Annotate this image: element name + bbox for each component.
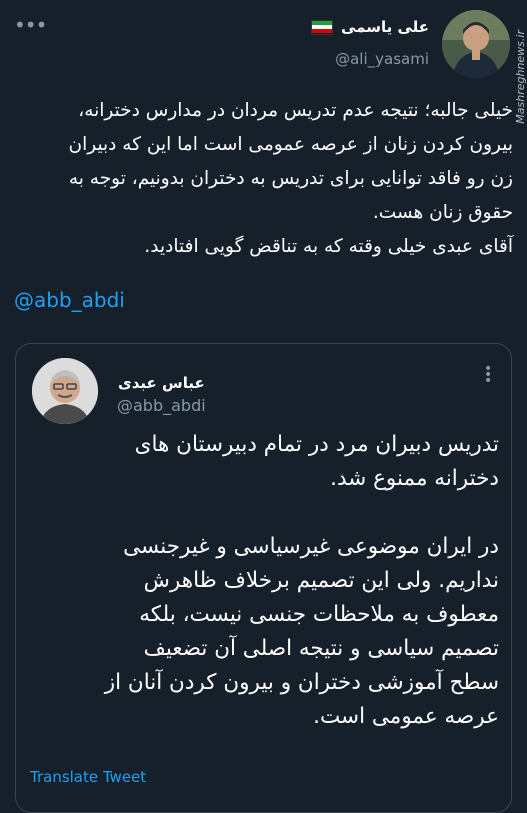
quoted-text-line: سطح آموزشی دختران و بیرون کردن آنان از — [104, 670, 499, 695]
quoted-text-line — [29, 496, 499, 530]
quoted-tweet-text: تدریس دبیران مرد در تمام دبیرستان های دخ… — [29, 428, 499, 734]
quoted-text-line: عرصه عمومی است. — [313, 704, 499, 729]
quoted-text-line: نداریم. ولی این تصمیم برخلاف ظاهرش — [143, 568, 499, 593]
quoted-text-line: تدریس دبیران مرد در تمام دبیرستان های — [134, 432, 499, 457]
quoted-avatar[interactable] — [32, 358, 98, 424]
quoted-text-line: تصمیم سیاسی و نتیجه اصلی آن تضعیف — [143, 636, 499, 661]
tweet-text-line: آقای عبدی خیلی وقته که به تناقض گویی افت… — [144, 236, 513, 257]
quoted-author-handle[interactable]: @abb_abdi — [117, 396, 206, 415]
avatar[interactable] — [442, 10, 510, 78]
translate-tweet-link[interactable]: Translate Tweet — [30, 768, 146, 786]
quoted-text-line: دخترانه ممنوع شد. — [330, 466, 499, 491]
tweet-text-line: حقوق زنان هست. — [372, 202, 513, 223]
tweet-text: خیلی جالبه؛ نتیجه عدم تدریس مردان در مدا… — [13, 94, 513, 264]
mention-link[interactable]: @abb_abdi — [14, 288, 125, 312]
quoted-text-line: معطوف به ملاحظات جنسی نیست، بلکه — [139, 602, 499, 627]
more-options-icon[interactable]: ••• — [14, 15, 47, 38]
quoted-author-name[interactable]: عباس عبدی — [118, 374, 205, 392]
author-name[interactable]: علی یاسمی — [341, 18, 429, 36]
tweet-text-line: زن رو فاقد توانایی برای تدریس به دختران … — [68, 168, 513, 189]
iran-flag-icon — [310, 19, 333, 35]
quoted-text-line: در ایران موضوعی غیرسیاسی و غیرجنسی — [123, 534, 499, 559]
watermark: Mashreghnews.ir — [514, 30, 527, 124]
tweet-text-line: بیرون کردن زنان از عرصه عمومی است اما ای… — [68, 134, 513, 155]
tweet-text-line: خیلی جالبه؛ نتیجه عدم تدریس مردان در مدا… — [78, 100, 513, 121]
quoted-more-options-icon[interactable]: • • • — [484, 362, 492, 388]
author-handle[interactable]: @ali_yasami — [335, 50, 429, 68]
